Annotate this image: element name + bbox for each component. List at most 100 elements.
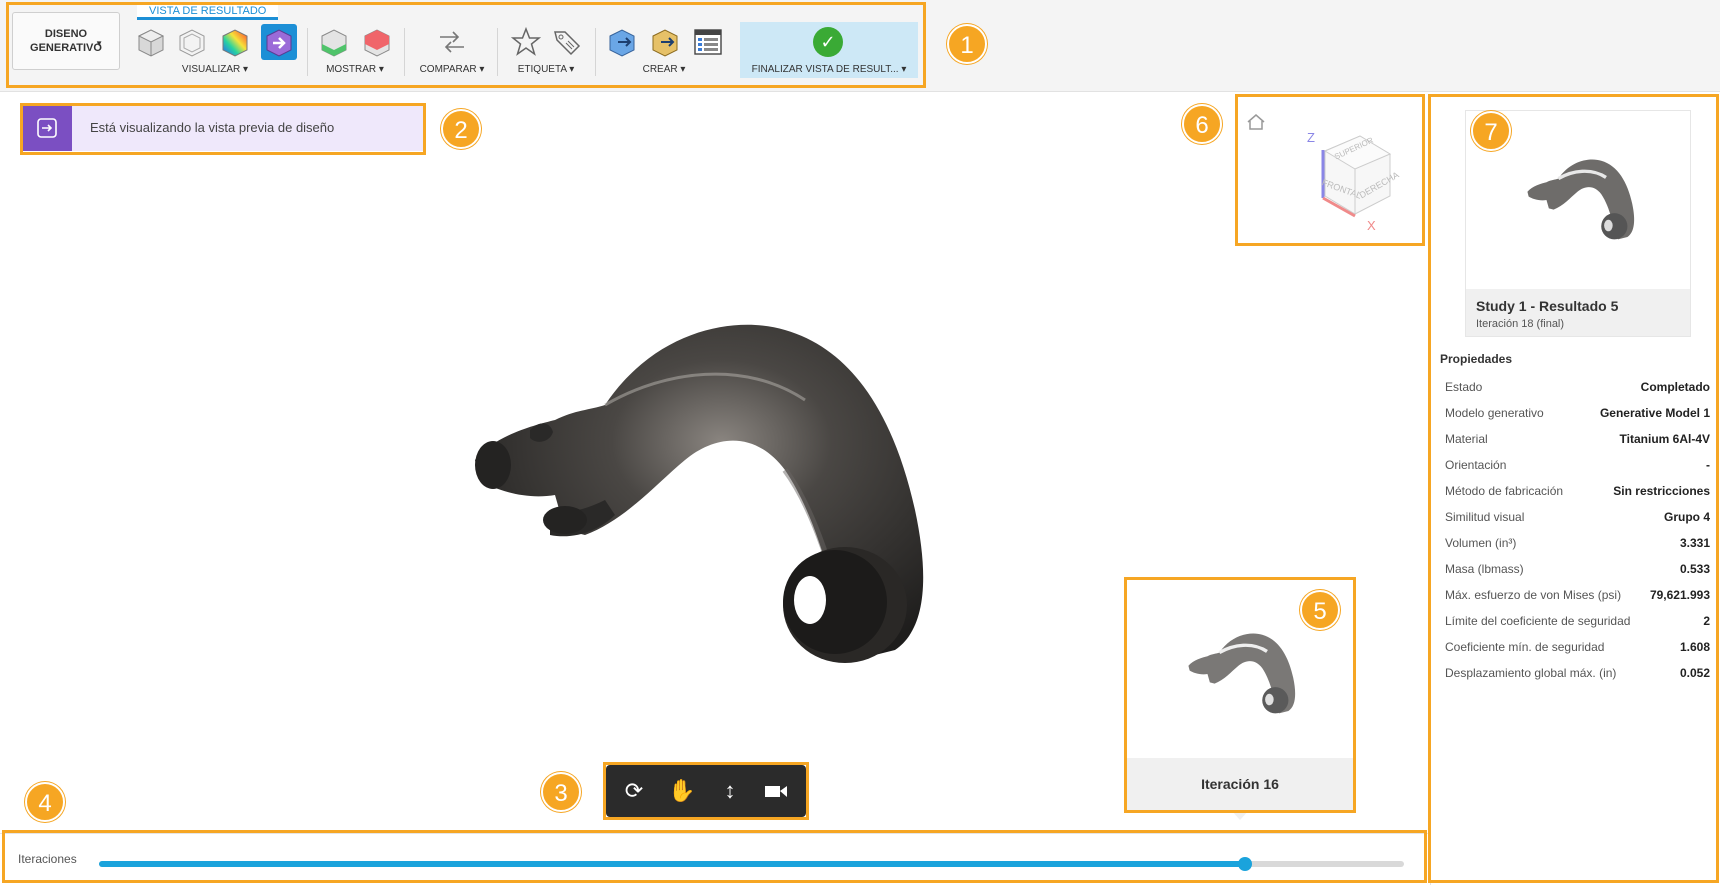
property-key: Volumen (in³) (1445, 536, 1517, 550)
separator (307, 28, 308, 76)
callout-badge-1: 1 (947, 24, 987, 64)
camera-glyph (765, 786, 787, 797)
create-design-icon[interactable] (606, 26, 638, 58)
property-value: 3.331 (1679, 536, 1710, 550)
navigation-bar: ⟳ ✋ ↕ (606, 765, 806, 817)
timeline-fill (99, 861, 1245, 867)
property-row: Estado Completado (1440, 376, 1710, 402)
iteration-label: Iteración 16 (1127, 758, 1353, 810)
timeline-handle[interactable] (1237, 857, 1252, 871)
callout-badge-3: 3 (541, 772, 581, 812)
property-value: Sin restricciones (1613, 484, 1710, 498)
tab-vista-de-resultado[interactable]: VISTA DE RESULTADO (137, 4, 279, 20)
show-green-icon[interactable] (318, 26, 350, 58)
properties-header: Propiedades (1440, 352, 1513, 366)
check-icon: ✓ (813, 27, 843, 57)
preview-view-button[interactable] (261, 24, 297, 60)
property-value: Generative Model 1 (1599, 406, 1710, 420)
wireframe-view-icon[interactable] (176, 26, 208, 58)
property-value: 79,621.993 (1649, 588, 1710, 602)
property-row: Material Titanium 6Al-4V (1440, 428, 1710, 454)
property-key: Masa (lbmass) (1445, 562, 1524, 576)
property-row: Similitud visual Grupo 4 (1440, 506, 1710, 532)
axis-z: Z (1307, 130, 1315, 145)
orbit-icon[interactable]: ⟳ (614, 773, 654, 809)
group-crear[interactable]: CREAR ▾ (622, 64, 706, 75)
property-row: Volumen (in³) 3.331 (1440, 532, 1710, 558)
callout-badge-2: 2 (441, 109, 481, 149)
result-model-thumbnail (1527, 159, 1635, 240)
property-row: Coeficiente mín. de seguridad 1.608 (1440, 636, 1710, 662)
property-key: Similitud visual (1445, 510, 1525, 524)
property-key: Desplazamiento global máx. (in) (1445, 666, 1617, 680)
generative-part-model[interactable] (455, 310, 945, 730)
iteration-card-pointer (1231, 810, 1249, 820)
callout-badge-6: 6 (1182, 104, 1222, 144)
export-icon[interactable] (649, 26, 681, 58)
solid-view-icon[interactable] (135, 26, 167, 58)
axis-x: X (1367, 218, 1376, 233)
property-value: Completado (1640, 380, 1710, 394)
finalize-label: FINALIZAR VISTA DE RESULT... ▾ (751, 64, 907, 75)
result-caption: Study 1 - Resultado 5 Iteración 18 (fina… (1466, 289, 1690, 336)
exit-preview-icon (266, 29, 292, 57)
property-row: Masa (lbmass) 0.533 (1440, 558, 1710, 584)
workspace-label-line2: GENERATIVO (30, 42, 102, 54)
property-key: Modelo generativo (1445, 406, 1544, 420)
property-key: Máx. esfuerzo de von Mises (psi) (1445, 588, 1622, 602)
property-key: Estado (1445, 380, 1483, 394)
timeline-label: Iteraciones (18, 852, 77, 866)
property-value: - (1706, 458, 1710, 472)
property-key: Límite del coeficiente de seguridad (1445, 614, 1631, 628)
property-row: Desplazamiento global máx. (in) 0.052 (1440, 662, 1710, 688)
banner-text: Está visualizando la vista previa de dis… (90, 120, 335, 135)
result-title: Study 1 - Resultado 5 (1476, 298, 1619, 314)
property-key: Material (1445, 432, 1488, 446)
group-visualizar[interactable]: VISUALIZAR ▾ (170, 64, 260, 75)
iteration-model-thumbnail (1188, 633, 1296, 714)
property-row: Máx. esfuerzo de von Mises (psi) 79,621.9… (1440, 584, 1710, 610)
property-value: 0.052 (1679, 666, 1710, 680)
zoom-icon[interactable]: ↕ (710, 773, 750, 809)
compare-icon[interactable] (436, 26, 468, 58)
chevron-down-icon: ▼ (95, 39, 103, 48)
callout-badge-5: 5 (1300, 590, 1340, 630)
callout-badge-7: 7 (1471, 111, 1511, 151)
exit-preview-icon[interactable] (22, 105, 72, 151)
iterations-timeline: Iteraciones 10 16 18 (0, 833, 1430, 885)
property-row: Límite del coeficiente de seguridad 2 (1440, 610, 1710, 636)
property-value: Titanium 6Al-4V (1619, 432, 1710, 446)
table-icon[interactable] (692, 26, 724, 58)
star-icon[interactable] (510, 26, 542, 58)
viewcube[interactable]: Z X SUPERIOR FRONTAL DERECHA (1237, 96, 1422, 246)
separator (595, 28, 596, 76)
property-value: Grupo 4 (1663, 510, 1710, 524)
property-value: 0.533 (1679, 562, 1710, 576)
property-row: Modelo generativo Generative Model 1 (1440, 402, 1710, 428)
property-key: Coeficiente mín. de seguridad (1445, 640, 1605, 654)
result-subtitle: Iteración 18 (final) (1476, 318, 1565, 330)
property-value: 1.608 (1679, 640, 1710, 654)
group-etiqueta[interactable]: ETIQUETA ▾ (506, 64, 586, 75)
property-row: Orientación - (1440, 454, 1710, 480)
tag-icon[interactable] (551, 26, 583, 58)
separator (404, 28, 405, 76)
workspace-selector[interactable]: DISENO GENERATIVO ▼ (12, 12, 120, 70)
camera-icon[interactable] (756, 773, 796, 809)
pan-icon[interactable]: ✋ (662, 773, 702, 809)
stress-view-icon[interactable] (219, 26, 251, 58)
show-red-icon[interactable] (361, 26, 393, 58)
preview-banner: Está visualizando la vista previa de dis… (22, 105, 423, 151)
property-key: Orientación (1445, 458, 1507, 472)
property-key: Método de fabricación (1445, 484, 1564, 498)
finalize-result-view-button[interactable]: ✓ FINALIZAR VISTA DE RESULT... ▾ (740, 22, 918, 78)
property-row: Método de fabricación Sin restricciones (1440, 480, 1710, 506)
group-mostrar[interactable]: MOSTRAR ▾ (318, 64, 392, 75)
group-comparar[interactable]: COMPARAR ▾ (412, 64, 492, 75)
timeline-slider[interactable]: 10 16 18 (99, 857, 1404, 871)
workspace-label-line1: DISENO (44, 28, 88, 40)
property-value: 2 (1703, 614, 1710, 628)
separator (497, 28, 498, 76)
home-icon[interactable] (1245, 112, 1267, 132)
exit-icon (37, 118, 57, 138)
